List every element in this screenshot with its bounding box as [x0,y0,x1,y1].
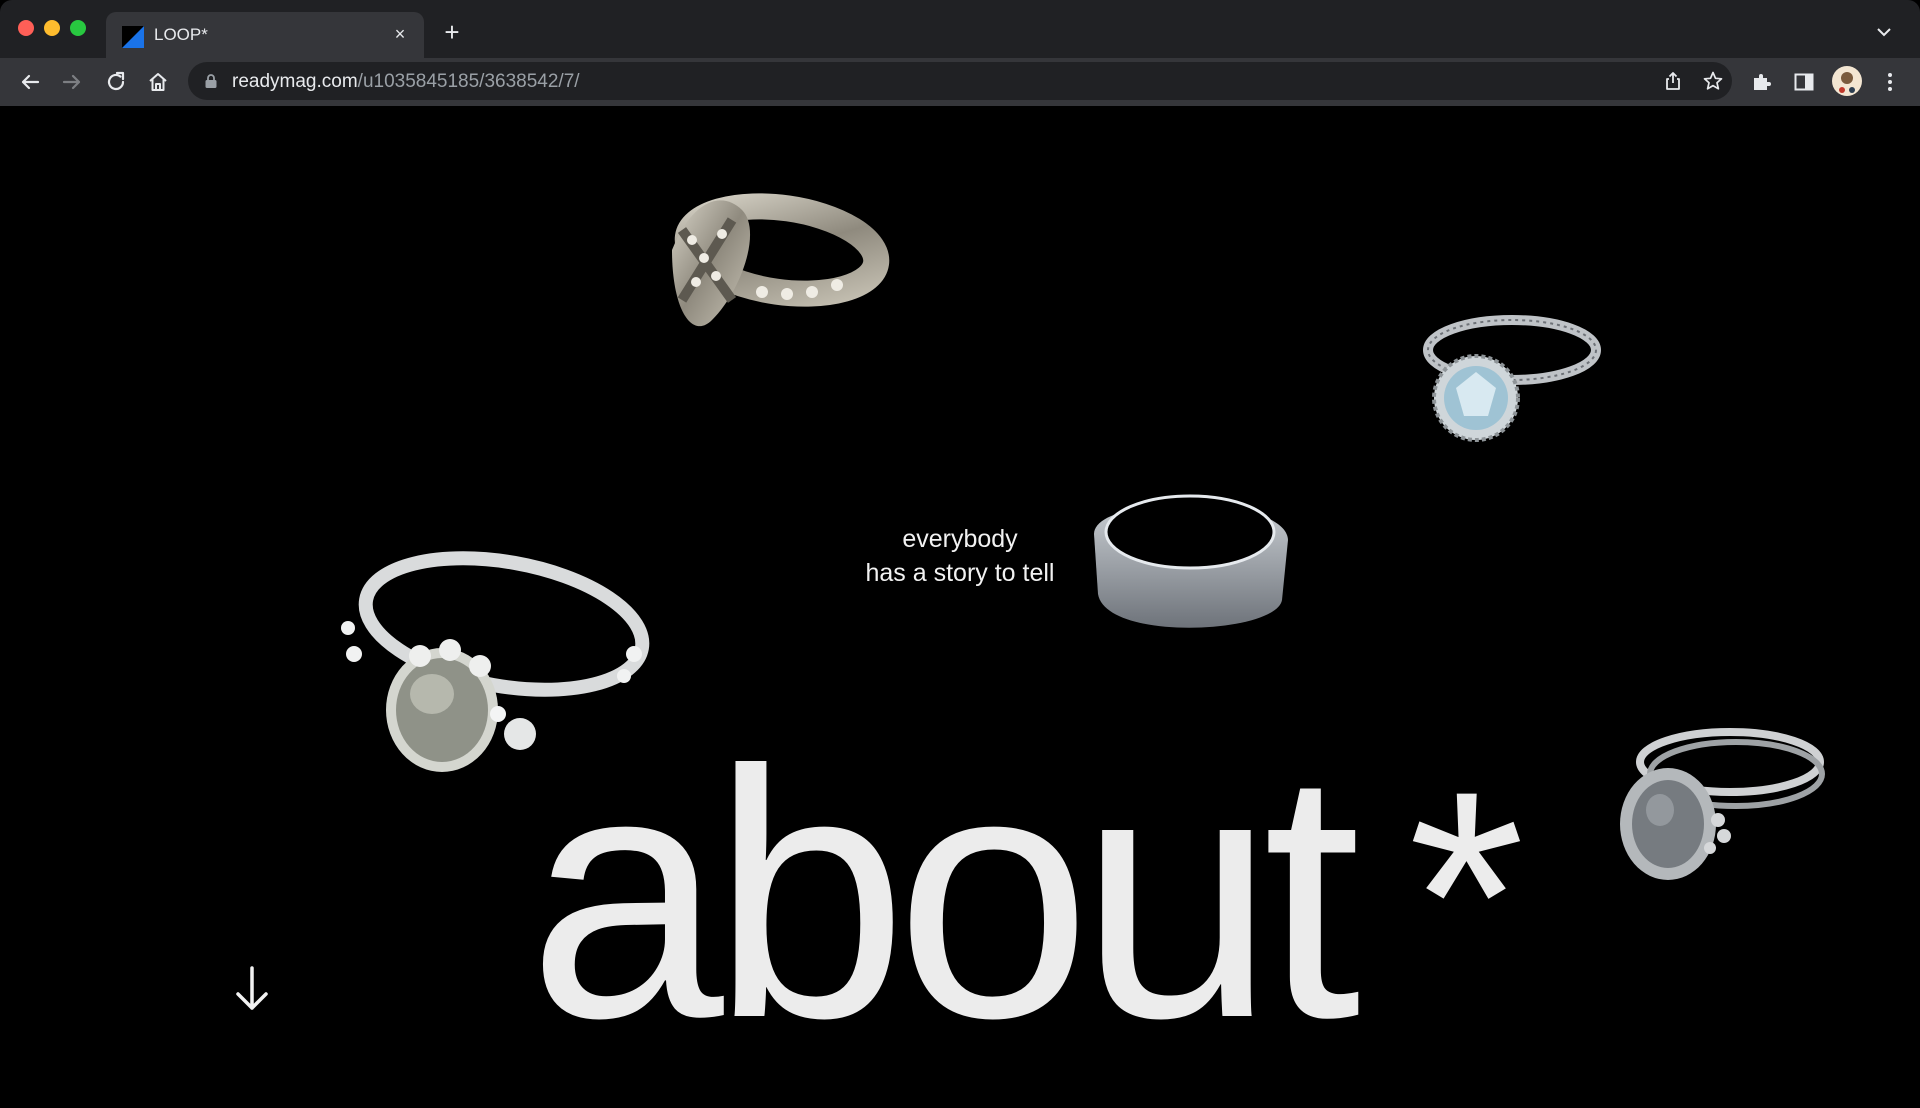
chevron-down-icon[interactable] [1872,20,1896,44]
extensions-puzzle-icon[interactable] [1750,70,1774,94]
side-panel-icon[interactable] [1792,70,1816,94]
halo-solitaire-ring-image [1423,315,1601,442]
plain-band-ring-image [1094,494,1288,628]
tagline-line-2: has a story to tell [865,559,1055,587]
avatar-icon [1839,72,1855,93]
reload-icon[interactable] [102,68,130,96]
home-icon[interactable] [144,68,172,96]
url-host: readymag.com [232,71,358,92]
url-text[interactable]: readymag.com/u1035845185/3638542/7/ [232,71,580,93]
cabochon-ring-image [1620,728,1825,880]
url-path: /u1035845185/3638542/7/ [357,71,580,92]
tab-loop[interactable]: LOOP* × [106,12,424,58]
tagline-line-1: everybody [902,525,1018,553]
about-heading: about [528,697,1361,1091]
tab-title: LOOP* [154,25,208,44]
share-icon[interactable] [1662,70,1684,92]
crossover-ring-image [672,193,890,327]
tab-close-button[interactable]: × [388,22,412,46]
page-content: everybody has a story to tell about * [0,106,1920,1108]
tagline: everybody has a story to tell [850,522,1070,590]
heading-asterisk: * [1408,728,1525,1064]
lock-icon[interactable] [204,73,218,89]
readymag-favicon-icon [122,26,144,48]
close-window-button[interactable] [18,20,34,36]
back-arrow-icon[interactable] [16,68,44,96]
forward-arrow-icon[interactable] [58,68,86,96]
maximize-window-button[interactable] [70,20,86,36]
tab-strip: LOOP* × + [0,0,1920,58]
arrow-down-icon[interactable] [230,964,274,1014]
minimize-window-button[interactable] [44,20,60,36]
new-tab-button[interactable]: + [438,18,466,46]
profile-avatar[interactable] [1832,66,1862,96]
bookmark-star-icon[interactable] [1702,70,1724,92]
browser-window: LOOP* × + readymag.com/u1035845185/36385… [0,0,1920,1108]
browser-toolbar: readymag.com/u1035845185/3638542/7/ [0,58,1920,107]
more-menu-icon[interactable] [1878,70,1902,94]
address-bar[interactable]: readymag.com/u1035845185/3638542/7/ [188,62,1732,100]
